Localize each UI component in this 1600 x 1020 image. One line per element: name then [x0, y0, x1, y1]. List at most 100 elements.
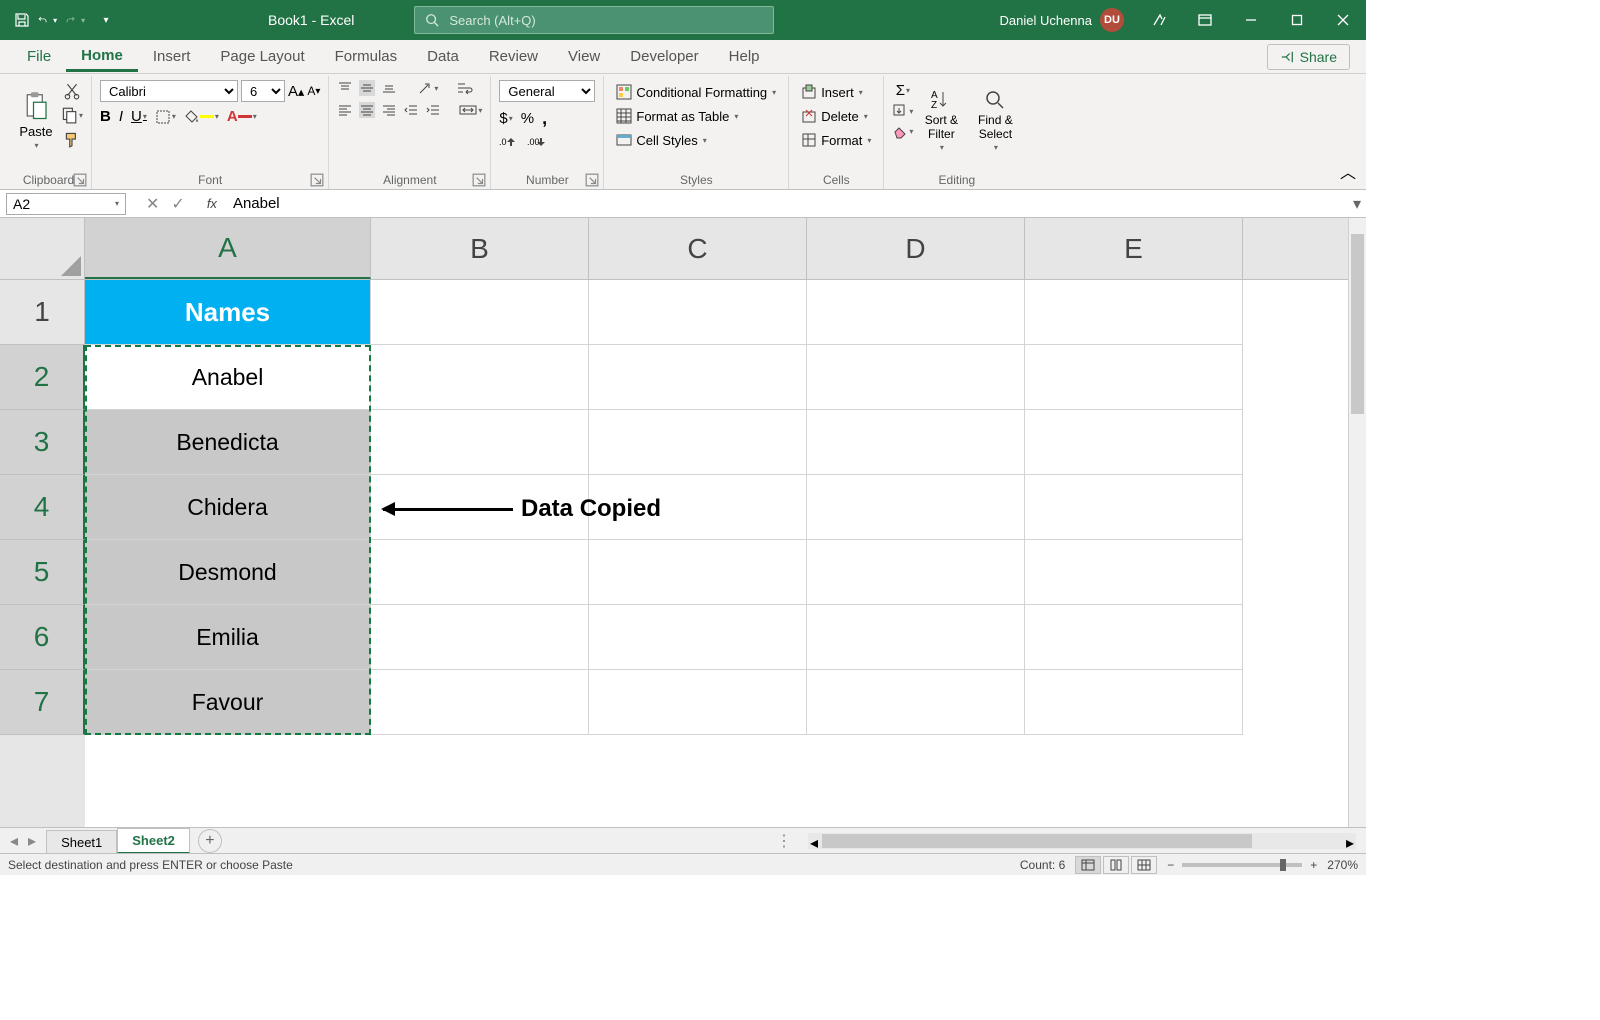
cell-E5[interactable]	[1025, 540, 1243, 605]
find-select-button[interactable]: Find & Select▾	[969, 80, 1021, 160]
tab-insert[interactable]: Insert	[138, 42, 206, 71]
col-header-B[interactable]: B	[371, 218, 589, 279]
bold-button[interactable]: B	[100, 108, 111, 125]
cell-D5[interactable]	[807, 540, 1025, 605]
tab-developer[interactable]: Developer	[615, 42, 713, 71]
minimize-button[interactable]	[1228, 0, 1274, 40]
cell-A2[interactable]: Anabel	[85, 345, 371, 410]
align-middle-button[interactable]	[359, 80, 375, 96]
cell-B2[interactable]	[371, 345, 589, 410]
save-icon[interactable]	[10, 8, 34, 32]
maximize-button[interactable]	[1274, 0, 1320, 40]
align-top-button[interactable]	[337, 80, 353, 96]
format-painter-button[interactable]	[60, 130, 83, 148]
decrease-indent-button[interactable]	[403, 102, 419, 118]
decrease-font-button[interactable]: A▾	[307, 84, 320, 98]
tab-page-layout[interactable]: Page Layout	[205, 42, 319, 71]
increase-font-button[interactable]: A▴	[288, 83, 304, 100]
increase-indent-button[interactable]	[425, 102, 441, 118]
delete-cells-button[interactable]: Delete ▾	[797, 106, 872, 126]
dialog-launcher-icon[interactable]	[472, 173, 486, 187]
row-header-5[interactable]: 5	[0, 540, 85, 605]
zoom-out-button[interactable]: −	[1167, 858, 1174, 872]
number-format-select[interactable]: General	[499, 80, 595, 102]
cell-styles-button[interactable]: Cell Styles▾	[612, 130, 710, 150]
cell-D2[interactable]	[807, 345, 1025, 410]
fill-button[interactable]: ▾	[892, 103, 913, 119]
cell-A4[interactable]: Chidera	[85, 475, 371, 540]
fill-color-button[interactable]: ▾	[184, 109, 219, 125]
merge-center-button[interactable]: ▾	[459, 102, 482, 118]
redo-icon[interactable]: ▾	[66, 8, 90, 32]
italic-button[interactable]: I	[119, 108, 123, 125]
clear-button[interactable]: ▾	[892, 123, 913, 139]
share-button[interactable]: Share	[1267, 44, 1350, 70]
align-bottom-button[interactable]	[381, 80, 397, 96]
zoom-level[interactable]: 270%	[1327, 858, 1358, 872]
expand-formula-bar-icon[interactable]: ▾	[1348, 194, 1366, 214]
cell-B1[interactable]	[371, 280, 589, 345]
view-page-break-button[interactable]	[1131, 856, 1157, 874]
font-size-select[interactable]: 6	[241, 80, 285, 102]
formula-input[interactable]	[225, 195, 1348, 212]
view-normal-button[interactable]	[1075, 856, 1101, 874]
collapse-ribbon-icon[interactable]: ︿	[1340, 159, 1356, 183]
tab-home[interactable]: Home	[66, 41, 138, 72]
cut-button[interactable]	[60, 82, 83, 100]
cell-B6[interactable]	[371, 605, 589, 670]
cancel-formula-icon[interactable]: ✕	[146, 194, 159, 214]
name-box[interactable]: A2▾	[6, 193, 126, 215]
ribbon-display-icon[interactable]	[1136, 0, 1182, 40]
new-sheet-button[interactable]: +	[198, 829, 222, 853]
font-color-button[interactable]: A▾	[227, 108, 257, 125]
qat-customize-icon[interactable]: ▾	[94, 8, 118, 32]
zoom-in-button[interactable]: +	[1310, 858, 1317, 872]
paste-button[interactable]: Paste ▾	[14, 80, 58, 160]
format-cells-button[interactable]: Format ▾	[797, 130, 875, 150]
decrease-decimal-button[interactable]: .00	[527, 135, 547, 149]
cell-E7[interactable]	[1025, 670, 1243, 735]
sort-filter-button[interactable]: AZ Sort & Filter▾	[915, 80, 967, 160]
cell-D7[interactable]	[807, 670, 1025, 735]
ribbon-mode-icon[interactable]	[1182, 0, 1228, 40]
comma-button[interactable]: ,	[542, 108, 547, 129]
cell-C5[interactable]	[589, 540, 807, 605]
borders-button[interactable]: ▾	[155, 109, 176, 125]
worksheet-grid[interactable]: A B C D E 1 2 3 4 5 6 7 Names Anabel Ben…	[0, 218, 1348, 827]
cell-A7[interactable]: Favour	[85, 670, 371, 735]
cell-E2[interactable]	[1025, 345, 1243, 410]
cell-A5[interactable]: Desmond	[85, 540, 371, 605]
row-header-4[interactable]: 4	[0, 475, 85, 540]
tab-formulas[interactable]: Formulas	[320, 42, 413, 71]
tab-data[interactable]: Data	[412, 42, 474, 71]
tab-file[interactable]: File	[12, 42, 66, 71]
cell-E1[interactable]	[1025, 280, 1243, 345]
enter-formula-icon[interactable]: ✓	[171, 194, 184, 214]
horizontal-scrollbar[interactable]: ◂ ▸	[808, 833, 1356, 849]
sheet-nav-next-icon[interactable]: ▸	[28, 831, 36, 851]
row-header-2[interactable]: 2	[0, 345, 85, 410]
dialog-launcher-icon[interactable]	[585, 173, 599, 187]
copy-button[interactable]: ▾	[60, 106, 83, 124]
select-all-corner[interactable]	[0, 218, 85, 280]
align-right-button[interactable]	[381, 102, 397, 118]
cell-D4[interactable]	[807, 475, 1025, 540]
cell-C6[interactable]	[589, 605, 807, 670]
cell-A6[interactable]: Emilia	[85, 605, 371, 670]
col-header-D[interactable]: D	[807, 218, 1025, 279]
tab-review[interactable]: Review	[474, 42, 553, 71]
row-header-6[interactable]: 6	[0, 605, 85, 670]
conditional-formatting-button[interactable]: Conditional Formatting▾	[612, 82, 780, 102]
cell-E4[interactable]	[1025, 475, 1243, 540]
cell-C3[interactable]	[589, 410, 807, 475]
sheet-tab-2[interactable]: Sheet2	[117, 828, 190, 854]
cell-A1[interactable]: Names	[85, 280, 371, 345]
cell-D6[interactable]	[807, 605, 1025, 670]
cell-B7[interactable]	[371, 670, 589, 735]
cell-E6[interactable]	[1025, 605, 1243, 670]
undo-icon[interactable]: ▾	[38, 8, 62, 32]
row-header-3[interactable]: 3	[0, 410, 85, 475]
align-center-button[interactable]	[359, 102, 375, 118]
cell-E3[interactable]	[1025, 410, 1243, 475]
sheet-nav-prev-icon[interactable]: ◂	[10, 831, 18, 851]
